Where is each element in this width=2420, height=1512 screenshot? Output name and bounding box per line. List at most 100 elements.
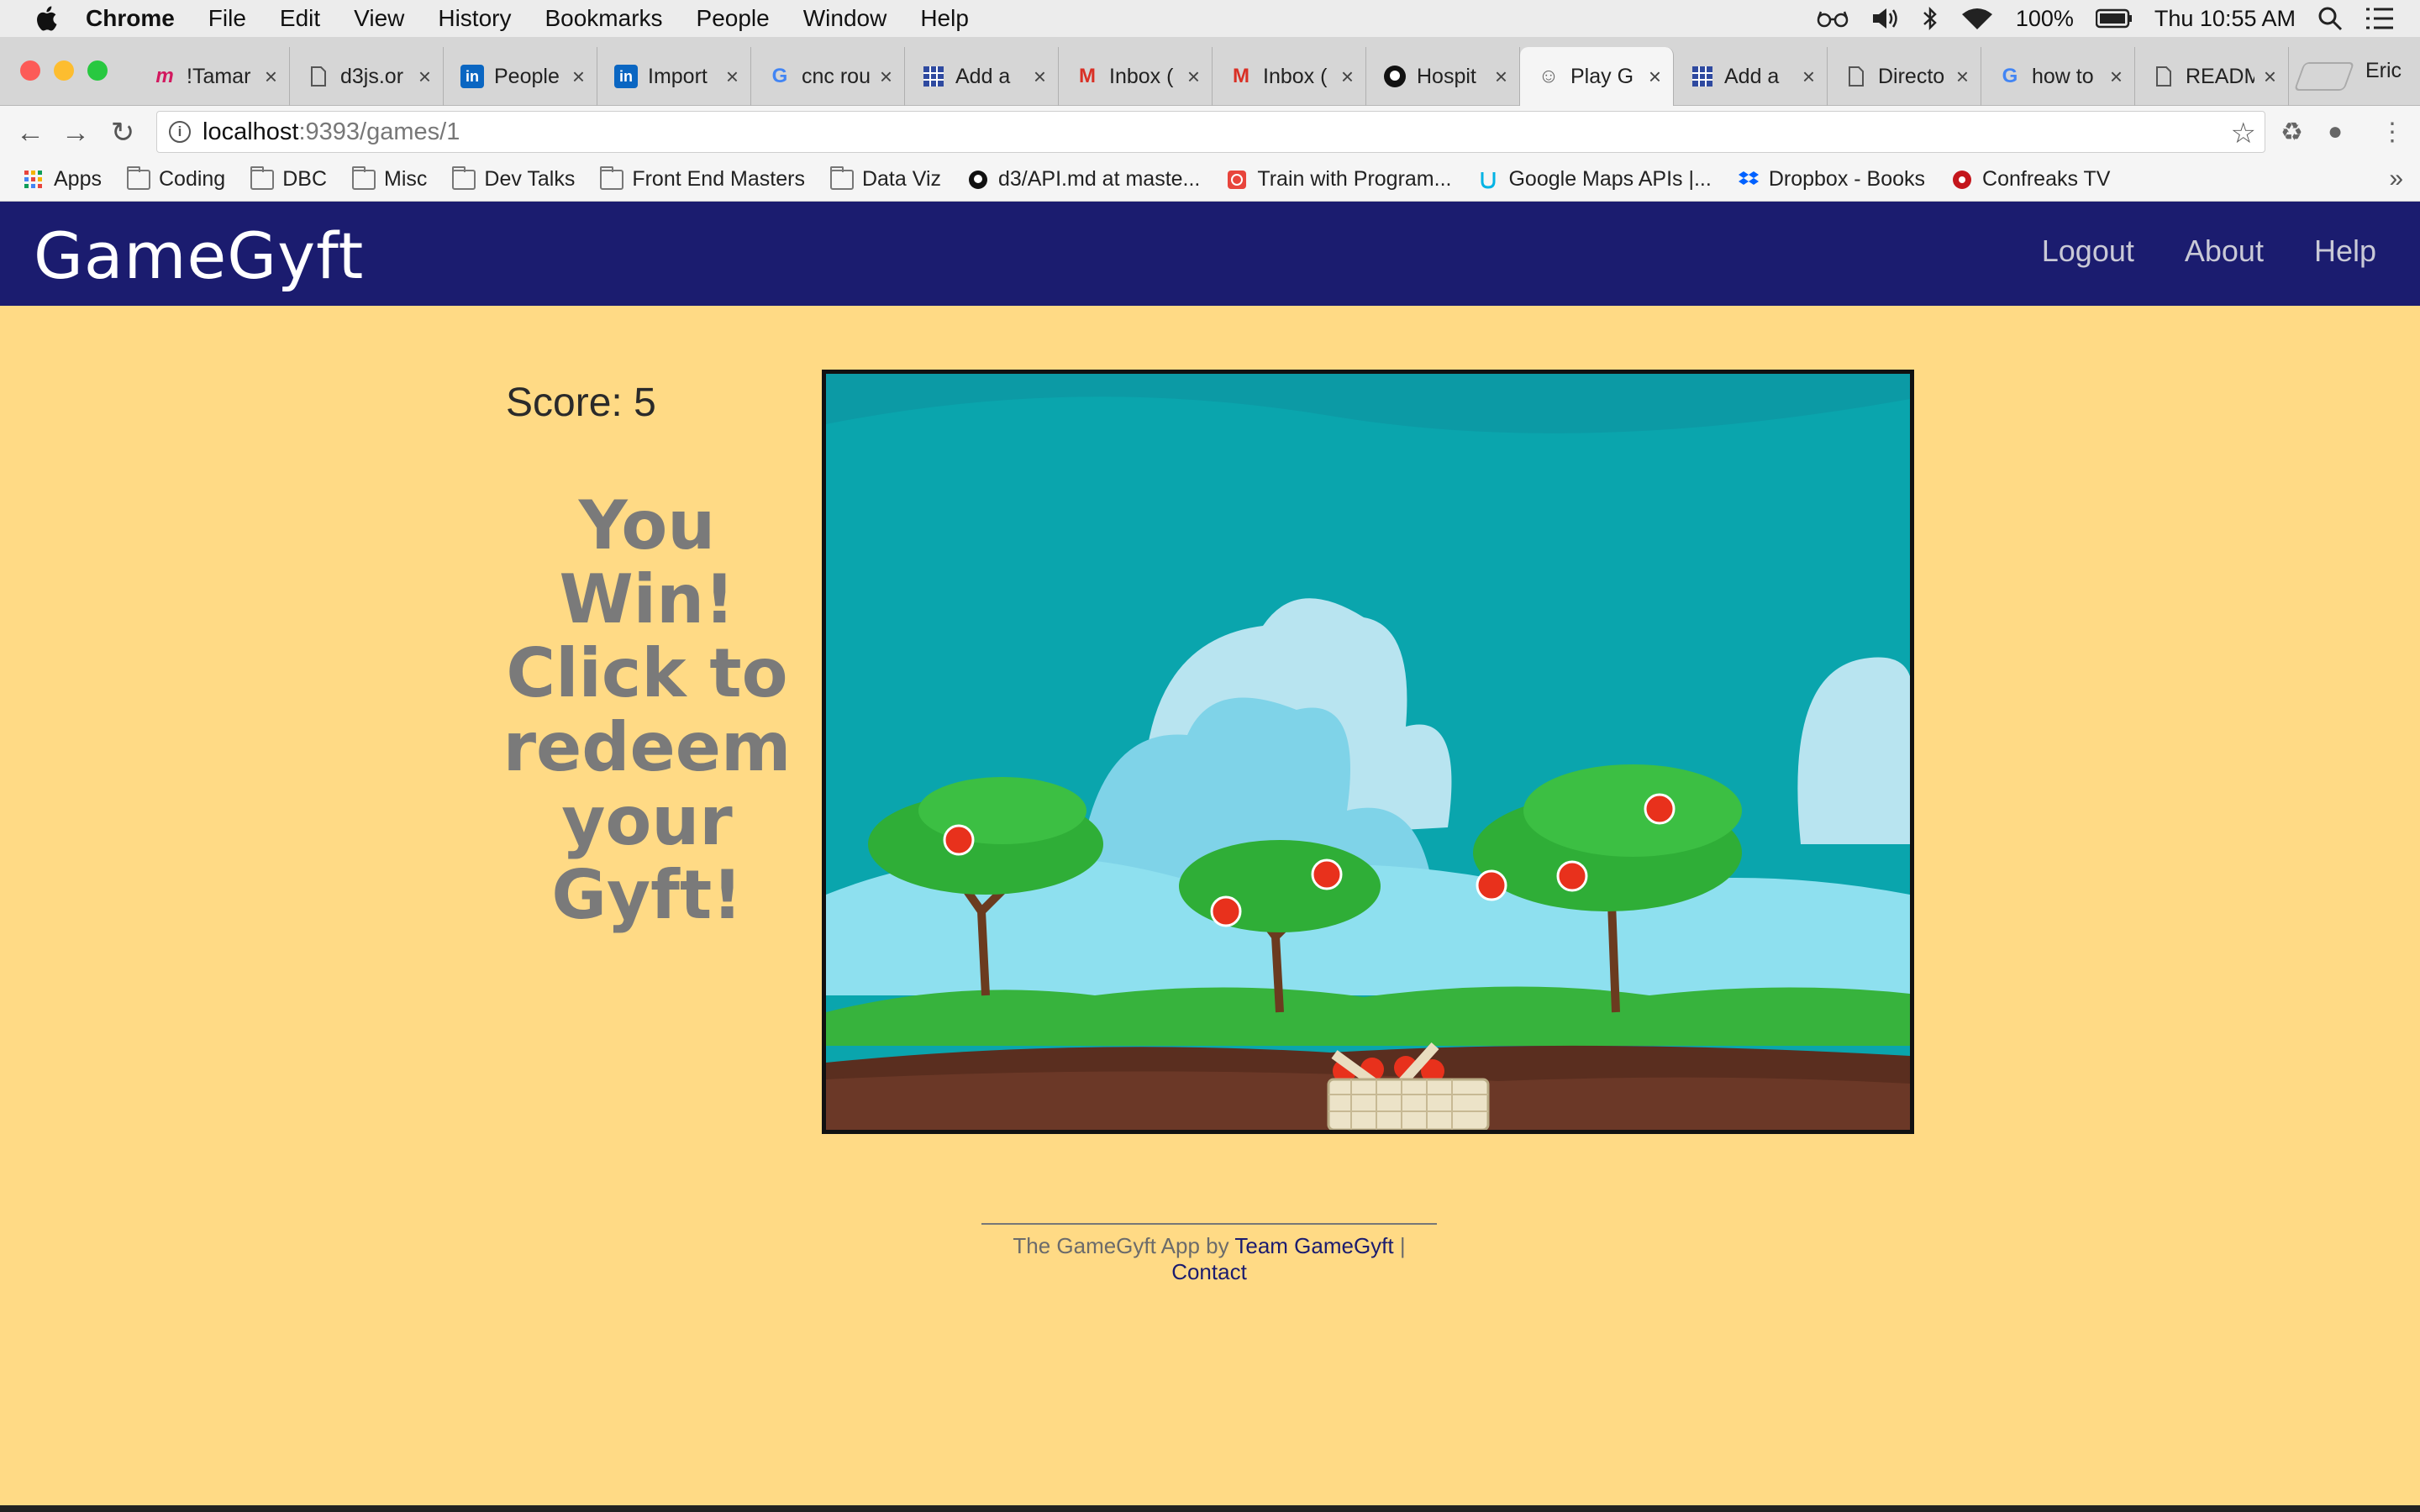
bookmark-label: Front End Masters: [632, 167, 805, 191]
tab-list: m !Tamar × d3js.or × in People × in Import × Gc…: [136, 47, 2289, 106]
menu-edit[interactable]: Edit: [280, 5, 320, 32]
bookmark-folder-front-end-masters[interactable]: Front End Masters: [600, 165, 805, 192]
apple-icon[interactable]: [34, 4, 62, 33]
browser-tab[interactable]: in People ×: [444, 47, 597, 106]
github-icon: [969, 170, 987, 189]
browser-tab-active[interactable]: ☺ Play G ×: [1520, 47, 1674, 106]
browser-tab[interactable]: Gcnc rou ×: [751, 47, 905, 106]
address-bar[interactable]: i localhost:9393/games/1 ☆: [156, 111, 2265, 153]
folder-icon: [250, 165, 275, 190]
game-canvas[interactable]: [822, 370, 1914, 1134]
apple: [1476, 869, 1507, 901]
tab-close-icon[interactable]: ×: [1495, 64, 1507, 90]
battery-percent: 100%: [2015, 5, 2074, 31]
browser-tab[interactable]: Ghow to ×: [1981, 47, 2135, 106]
tab-close-icon[interactable]: ×: [418, 64, 431, 90]
tab-close-icon[interactable]: ×: [1956, 64, 1969, 90]
browser-tab[interactable]: M Inbox (×: [1059, 47, 1213, 106]
browser-tab[interactable]: m !Tamar ×: [136, 47, 290, 106]
tab-close-icon[interactable]: ×: [2264, 64, 2276, 90]
browser-tab[interactable]: Add a ×: [905, 47, 1059, 106]
battery-icon[interactable]: [2095, 8, 2133, 29]
menu-history[interactable]: History: [438, 5, 511, 32]
bookmark-d3-api[interactable]: d3/API.md at maste...: [966, 167, 1200, 192]
profile-name[interactable]: Eric: [2365, 59, 2402, 83]
bookmark-label: Confreaks TV: [1982, 167, 2111, 191]
bluetooth-icon[interactable]: [1922, 6, 1939, 31]
back-arrow-icon[interactable]: ←: [13, 116, 47, 150]
browser-tab[interactable]: d3js.or ×: [290, 47, 444, 106]
notification-list-icon[interactable]: [2365, 7, 2395, 30]
site-info-icon[interactable]: i: [169, 121, 191, 143]
bookmark-folder-dev-talks[interactable]: Dev Talks: [452, 165, 575, 192]
reload-icon[interactable]: ↻: [106, 116, 139, 150]
volume-icon[interactable]: [1871, 7, 1900, 30]
bookmarks-overflow-icon[interactable]: »: [2389, 165, 2403, 193]
bookmark-label: Train with Program...: [1257, 167, 1452, 191]
tab-close-icon[interactable]: ×: [265, 64, 277, 90]
tab-close-icon[interactable]: ×: [1649, 64, 1661, 90]
menu-window[interactable]: Window: [803, 5, 887, 32]
github-icon: [1383, 65, 1407, 88]
bookmark-apps[interactable]: Apps: [22, 167, 102, 192]
team-gamegyft-link[interactable]: Team GameGyft: [1234, 1233, 1393, 1258]
dropbox-icon: [1738, 171, 1759, 185]
wifi-icon[interactable]: [1960, 6, 1994, 31]
folder-icon: [452, 165, 476, 190]
nav-logout-link[interactable]: Logout: [2042, 234, 2134, 269]
menu-app-name[interactable]: Chrome: [86, 5, 175, 32]
footer-text: The GameGyft App by: [1013, 1233, 1229, 1258]
bookmark-folder-misc[interactable]: Misc: [352, 165, 427, 192]
bookmark-star-icon[interactable]: ☆: [2231, 117, 2256, 150]
tab-label: Directo: [1878, 64, 1945, 88]
bookmark-dropbox-books[interactable]: Dropbox - Books: [1737, 167, 1925, 192]
tab-close-icon[interactable]: ×: [1187, 64, 1200, 90]
footer-separator: |: [1399, 1233, 1406, 1258]
bookmark-folder-coding[interactable]: Coding: [126, 165, 226, 192]
redeem-gyft-link[interactable]: You Win! Click to redeem your Gyft!: [492, 489, 802, 932]
bookmark-confreaks-tv[interactable]: Confreaks TV: [1950, 167, 2110, 192]
tab-close-icon[interactable]: ×: [2110, 64, 2123, 90]
browser-tab[interactable]: READM ×: [2135, 47, 2289, 106]
menu-view[interactable]: View: [354, 5, 404, 32]
tab-close-icon[interactable]: ×: [1341, 64, 1354, 90]
extension-bug-icon[interactable]: ●: [2328, 118, 2343, 146]
chrome-menu-icon[interactable]: ⋮: [2380, 118, 2405, 147]
brand-logo[interactable]: GameGyft: [34, 218, 364, 293]
udacity-icon: [1481, 171, 1496, 189]
forward-arrow-icon[interactable]: →: [59, 116, 92, 150]
tab-close-icon[interactable]: ×: [726, 64, 739, 90]
bookmark-label: Coding: [158, 167, 226, 191]
nav-about-link[interactable]: About: [2185, 234, 2264, 269]
tab-close-icon[interactable]: ×: [1034, 64, 1046, 90]
browser-tab[interactable]: Hospit ×: [1366, 47, 1520, 106]
nav-help-link[interactable]: Help: [2314, 234, 2376, 269]
browser-tab[interactable]: M Inbox (×: [1213, 47, 1366, 106]
menu-file[interactable]: File: [208, 5, 246, 32]
tab-close-icon[interactable]: ×: [880, 64, 892, 90]
browser-tab[interactable]: Add a ×: [1674, 47, 1828, 106]
spotlight-search-icon[interactable]: [2317, 6, 2343, 31]
google-icon: G: [2002, 65, 2018, 87]
bookmark-folder-data-viz[interactable]: Data Viz: [829, 165, 941, 192]
linkedin-icon: in: [460, 65, 484, 88]
tab-close-icon[interactable]: ×: [1802, 64, 1815, 90]
browser-tab[interactable]: Directo ×: [1828, 47, 1981, 106]
bookmark-train-with-programmers[interactable]: Train with Program...: [1225, 167, 1451, 192]
tab-label: READM: [2186, 64, 2254, 88]
bookmark-folder-dbc[interactable]: DBC: [250, 165, 327, 192]
window-zoom-button[interactable]: [87, 60, 108, 81]
menu-help[interactable]: Help: [920, 5, 969, 32]
bookmark-google-maps-apis[interactable]: Google Maps APIs |...: [1476, 167, 1712, 192]
clock[interactable]: Thu 10:55 AM: [2154, 6, 2296, 32]
new-tab-button[interactable]: [2293, 62, 2355, 91]
glasses-icon[interactable]: [1816, 9, 1849, 28]
browser-tab[interactable]: in Import ×: [597, 47, 751, 106]
tab-close-icon[interactable]: ×: [572, 64, 585, 90]
window-minimize-button[interactable]: [54, 60, 74, 81]
menu-people[interactable]: People: [697, 5, 770, 32]
menu-bookmarks[interactable]: Bookmarks: [544, 5, 662, 32]
contact-link[interactable]: Contact: [1171, 1259, 1247, 1284]
window-close-button[interactable]: [20, 60, 40, 81]
extension-recycle-icon[interactable]: ♻: [2281, 118, 2303, 147]
